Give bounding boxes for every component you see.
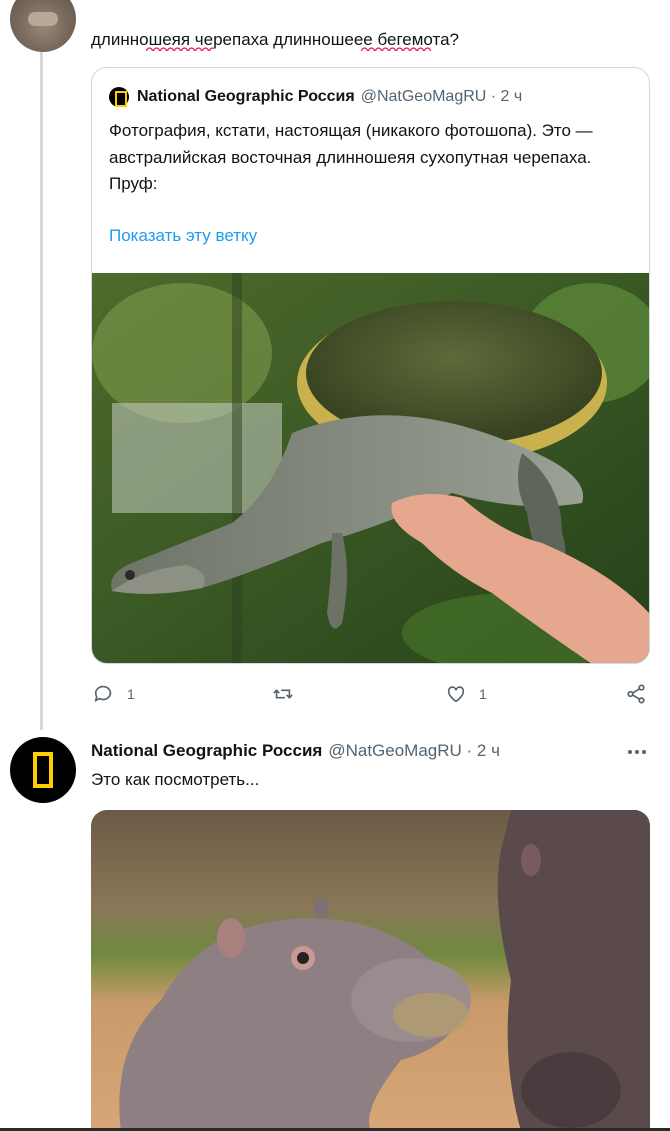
handle-time: @NatGeoMagRU · 2 ч <box>328 741 500 760</box>
retweet-icon <box>273 689 293 699</box>
share-button[interactable] <box>625 683 647 705</box>
quoted-handle-time: @NatGeoMagRU · 2 ч <box>360 88 523 105</box>
tweet-header: National Geographic Россия @NatGeoMagRU … <box>91 740 500 762</box>
natgeo-avatar[interactable] <box>10 737 76 803</box>
like-button[interactable]: 1 <box>445 683 487 705</box>
quoted-tweet-card[interactable]: National Geographic Россия @NatGeoMagRU … <box>91 67 650 664</box>
retweet-button[interactable] <box>272 683 306 705</box>
tweet-text: Это как посмотреть... <box>91 770 260 789</box>
reply-count: 1 <box>127 686 135 702</box>
share-icon <box>627 684 645 704</box>
more-icon[interactable] <box>626 748 648 756</box>
turtle-photo[interactable] <box>92 273 649 664</box>
reply-icon <box>94 685 112 702</box>
thread-line <box>40 52 43 730</box>
spellcheck-underline <box>146 45 214 51</box>
like-count: 1 <box>479 686 487 702</box>
like-icon <box>447 686 465 703</box>
reply-button[interactable]: 1 <box>93 683 135 705</box>
quoted-author-name[interactable]: National Geographic Россия <box>137 88 355 106</box>
show-thread-link[interactable]: Показать эту ветку <box>109 226 257 246</box>
author-name[interactable]: National Geographic Россия <box>91 741 322 761</box>
spellcheck-underline <box>361 45 431 51</box>
hippo-photo[interactable] <box>91 810 650 1131</box>
natgeo-avatar-icon <box>109 87 129 107</box>
quoted-tweet-body: Фотография, кстати, настоящая (никакого … <box>109 121 593 193</box>
avatar[interactable] <box>10 0 76 52</box>
quoted-tweet-header: National Geographic Россия @NatGeoMagRU … <box>109 86 522 108</box>
